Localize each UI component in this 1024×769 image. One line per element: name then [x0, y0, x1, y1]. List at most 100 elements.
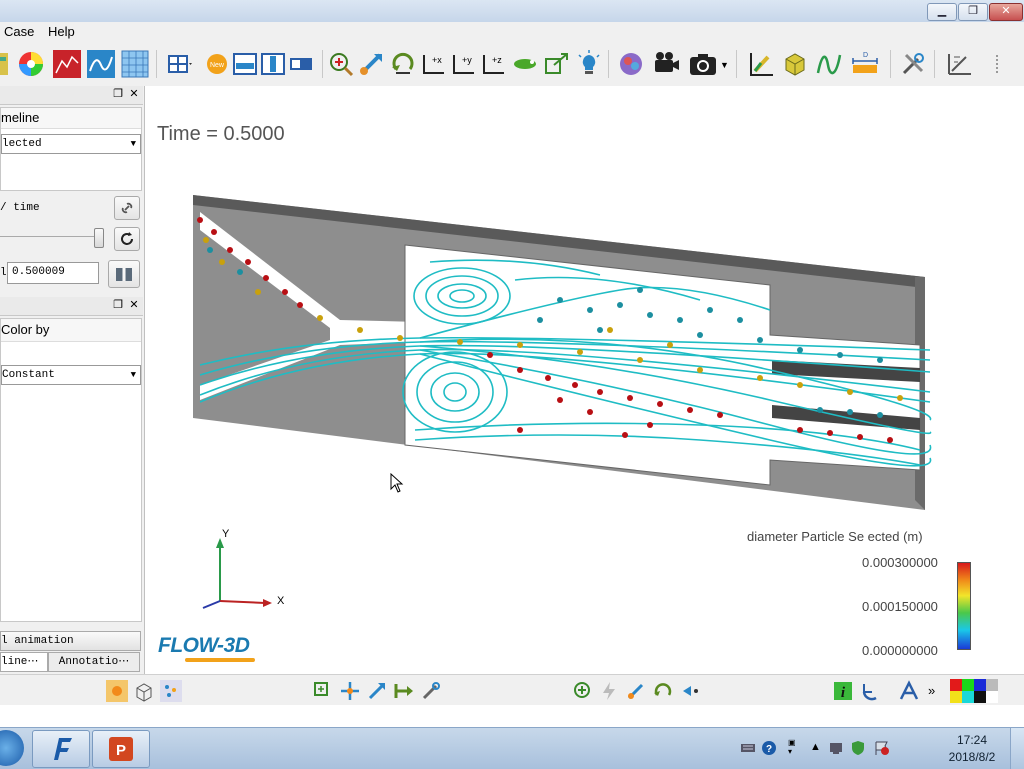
tools-icon[interactable]	[898, 49, 928, 79]
taskbar-date[interactable]: 2018/8/2	[940, 750, 1004, 764]
book-icon	[116, 268, 132, 281]
particle-icon[interactable]	[160, 680, 182, 702]
mouse-cursor	[390, 473, 404, 493]
color-swatches[interactable]	[950, 679, 1000, 703]
camera-dropdown-icon[interactable]: ▼	[720, 60, 729, 70]
show-desktop-button[interactable]	[1010, 728, 1024, 769]
time-label: / time	[0, 202, 40, 214]
dock-close-button[interactable]: ✕	[128, 87, 140, 101]
axis-x-icon[interactable]: +x	[418, 49, 448, 79]
shield-icon[interactable]	[850, 740, 866, 756]
wireframe-cube-icon[interactable]	[133, 680, 155, 702]
time-slider-handle[interactable]	[94, 228, 104, 248]
axis-x-label: X	[277, 595, 285, 607]
link-icon	[121, 202, 133, 214]
axes-triad	[202, 538, 272, 609]
tool-wrench-icon[interactable]	[420, 680, 442, 702]
light-icon[interactable]	[574, 49, 604, 79]
mesh-icon[interactable]	[120, 49, 150, 79]
time-value-text: 0.500009	[12, 266, 65, 278]
menu-help[interactable]: Help	[48, 24, 75, 39]
cube-icon[interactable]	[780, 49, 810, 79]
dimension-icon[interactable]: D	[850, 49, 880, 79]
colorby-combo-value: Constant	[2, 369, 55, 381]
start-button[interactable]	[0, 730, 24, 766]
show-hidden-icon[interactable]: ▲	[810, 741, 821, 753]
help-icon[interactable]: ?	[761, 740, 777, 756]
refresh-button[interactable]	[114, 227, 140, 251]
zoom-in-icon[interactable]	[572, 680, 594, 702]
network-icon[interactable]	[828, 740, 844, 756]
bottom-toolbar: i »	[0, 674, 1024, 705]
pan-arrow-icon[interactable]	[625, 680, 647, 702]
keyboard-icon[interactable]	[740, 740, 756, 756]
zoom-fit-icon[interactable]	[326, 49, 356, 79]
dock-title-bar-2: ❐ ✕	[0, 297, 143, 316]
rotate-icon[interactable]	[388, 49, 418, 79]
book-button[interactable]	[108, 260, 140, 288]
viewport-3d[interactable]: Time = 0.5000 Y X FLOW-3D diameter Parti…	[145, 86, 1024, 674]
taskbar-powerpoint[interactable]: P	[92, 730, 150, 768]
color-wheel-icon[interactable]	[16, 49, 46, 79]
view-split-v-icon[interactable]	[258, 49, 288, 79]
left-panel: ❐ ✕ meline lected ▼ / time l 0.500009 ❐ ✕…	[0, 86, 145, 674]
menu-case[interactable]: Case	[4, 24, 34, 39]
dock-close-button-2[interactable]: ✕	[128, 298, 140, 312]
time-value-field[interactable]: 0.500009	[7, 262, 99, 284]
dock-float-button[interactable]: ❐	[112, 87, 124, 101]
powerpoint-icon: P	[109, 737, 133, 761]
close-button[interactable]: ✕	[989, 3, 1023, 21]
legend-colorbar	[957, 562, 971, 650]
colorby-combo[interactable]: Constant ▼	[1, 365, 141, 385]
ruler-icon[interactable]	[944, 49, 974, 79]
taskbar-flow3d[interactable]	[32, 730, 90, 768]
render-icon[interactable]	[616, 49, 646, 79]
sun-icon[interactable]	[106, 680, 128, 702]
animation-settings-button[interactable]: l animation settings...	[0, 631, 141, 665]
toolbar-grip[interactable]	[992, 52, 1002, 76]
pan-icon[interactable]	[356, 49, 386, 79]
selection-combo[interactable]: lected ▼	[1, 134, 141, 154]
camera-icon[interactable]	[688, 49, 718, 79]
axis-z-icon[interactable]: +z	[478, 49, 508, 79]
undo-icon[interactable]	[858, 680, 880, 702]
flag-icon[interactable]	[874, 740, 890, 756]
info-icon[interactable]: i	[832, 680, 854, 702]
probe-icon[interactable]	[86, 49, 116, 79]
svg-text:+x: +x	[432, 55, 442, 65]
taskbar: P ? ▣ ▾ ▲ 17:24 2018/8/2	[0, 727, 1024, 769]
view-split-h-icon[interactable]	[230, 49, 260, 79]
view-icon[interactable]	[286, 49, 316, 79]
arrow-icon[interactable]	[366, 680, 388, 702]
link-button[interactable]	[114, 196, 140, 220]
minimize-button[interactable]: ▁	[927, 3, 957, 21]
new-icon[interactable]: New	[202, 49, 232, 79]
zoom-box-icon[interactable]	[312, 680, 334, 702]
chart-icon[interactable]	[746, 49, 776, 79]
taskbar-time[interactable]: 17:24	[944, 733, 1000, 747]
movie-icon[interactable]	[652, 49, 682, 79]
layout-icon[interactable]	[164, 49, 194, 79]
maximize-button[interactable]: ❐	[958, 3, 988, 21]
svg-text:D: D	[863, 52, 868, 59]
streamline-icon[interactable]	[814, 49, 844, 79]
fly-small-icon[interactable]	[680, 680, 702, 702]
time-slider-track[interactable]	[0, 236, 98, 237]
time-index-label: l	[0, 267, 7, 279]
lightning-icon[interactable]	[598, 680, 620, 702]
more-chevron-icon[interactable]: »	[928, 683, 935, 698]
colorby-label: Color by	[1, 319, 141, 342]
tray-settings-icon[interactable]: ▣ ▾	[788, 738, 796, 756]
refresh-icon	[121, 232, 133, 245]
axis-y-icon[interactable]: +y	[448, 49, 478, 79]
move-icon[interactable]	[339, 680, 361, 702]
fly-icon[interactable]	[510, 49, 540, 79]
probe-arrow-icon[interactable]	[393, 680, 415, 702]
font-icon[interactable]	[898, 680, 920, 702]
rotate-small-icon[interactable]	[652, 680, 674, 702]
history-plot-icon[interactable]	[52, 49, 82, 79]
export-view-icon[interactable]	[542, 49, 572, 79]
tab-streamline[interactable]: line⋯	[0, 652, 48, 672]
dock-float-button-2[interactable]: ❐	[112, 298, 124, 312]
tab-annotation[interactable]: Annotatio⋯	[48, 652, 140, 672]
